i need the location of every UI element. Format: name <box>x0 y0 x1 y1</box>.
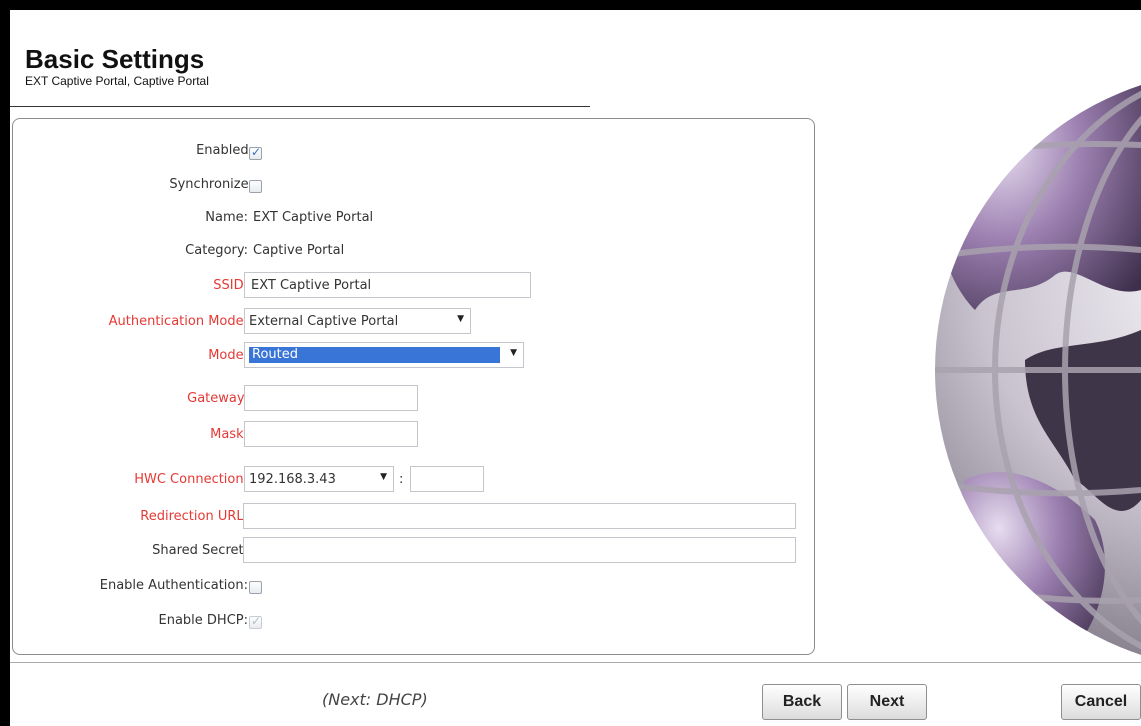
hwc-connection-value: 192.168.3.43 <box>249 471 336 487</box>
chevron-down-icon: ▼ <box>380 472 387 482</box>
port-separator: : <box>399 472 404 487</box>
cancel-button[interactable]: Cancel <box>1061 684 1141 720</box>
settings-panel: Enabled: Synchronize: Name: EXT Captive … <box>12 118 815 655</box>
enabled-label: Enabled: <box>196 143 253 158</box>
globe-image <box>905 60 1141 660</box>
mask-input[interactable] <box>244 421 418 447</box>
hwc-connection-label: HWC Connection: <box>134 472 248 487</box>
mode-value: Routed <box>249 347 500 363</box>
enable-authentication-label: Enable Authentication: <box>99 578 248 593</box>
synchronize-checkbox[interactable] <box>249 180 262 193</box>
globe-illustration <box>935 70 1141 660</box>
mode-label: Mode: <box>208 348 248 363</box>
enable-authentication-checkbox[interactable] <box>249 581 262 594</box>
chevron-down-icon: ▼ <box>510 348 517 358</box>
shared-secret-label: Shared Secret: <box>152 543 248 558</box>
hwc-connection-select[interactable]: 192.168.3.43 ▼ <box>244 466 394 492</box>
hwc-port-input[interactable] <box>410 466 484 492</box>
enable-dhcp-checkbox <box>249 614 262 629</box>
title-block: Basic Settings EXT Captive Portal, Capti… <box>25 44 209 88</box>
authentication-mode-label: Authentication Mode: <box>108 314 248 329</box>
window-frame-top <box>0 0 1141 10</box>
title-divider <box>10 106 590 107</box>
ssid-label: SSID: <box>213 278 248 293</box>
ssid-input[interactable]: EXT Captive Portal <box>244 272 531 298</box>
window-frame-left <box>0 0 10 726</box>
category-label: Category: <box>185 243 248 258</box>
next-button[interactable]: Next <box>847 684 927 720</box>
page-subtitle: EXT Captive Portal, Captive Portal <box>25 74 209 88</box>
authentication-mode-select[interactable]: External Captive Portal ▼ <box>244 308 471 334</box>
footer-divider <box>10 662 1141 663</box>
name-label: Name: <box>205 210 248 225</box>
enabled-checkbox[interactable] <box>249 145 262 160</box>
gateway-input[interactable] <box>244 385 418 411</box>
shared-secret-input[interactable] <box>243 537 796 563</box>
enable-dhcp-label: Enable DHCP: <box>158 613 249 628</box>
name-value: EXT Captive Portal <box>253 210 374 225</box>
chevron-down-icon: ▼ <box>457 314 464 324</box>
back-button[interactable]: Back <box>762 684 842 720</box>
redirection-url-label: Redirection URL: <box>140 509 248 524</box>
page-title: Basic Settings <box>25 44 205 74</box>
category-value: Captive Portal <box>253 243 345 258</box>
synchronize-label: Synchronize: <box>169 177 253 192</box>
mask-label: Mask: <box>210 427 248 442</box>
authentication-mode-value: External Captive Portal <box>249 313 399 329</box>
redirection-url-input[interactable] <box>243 503 796 529</box>
mode-select[interactable]: Routed ▼ <box>244 342 524 368</box>
next-step-hint: (Next: DHCP) <box>322 690 428 709</box>
gateway-label: Gateway: <box>187 391 248 406</box>
